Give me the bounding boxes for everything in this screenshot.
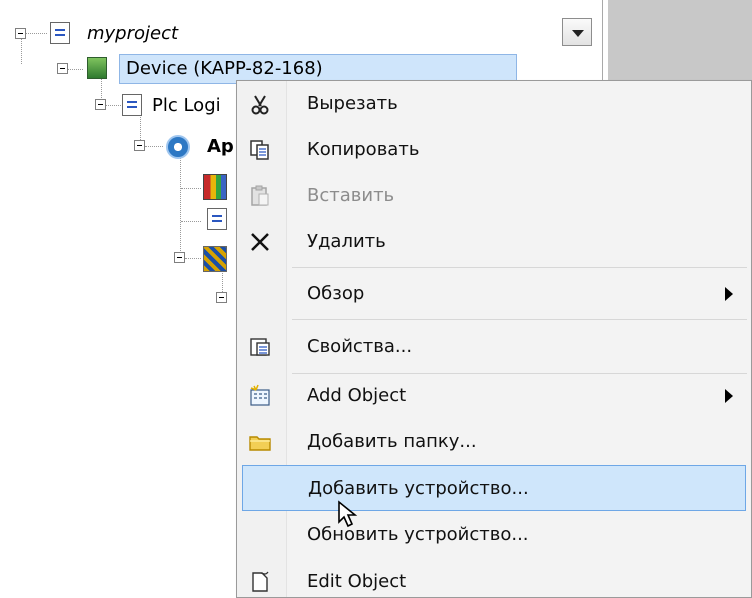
task-config-icon[interactable] [203, 246, 227, 272]
menu-item-add-device[interactable]: Добавить устройство... [242, 465, 746, 511]
menu-label-add-object: Add Object [307, 385, 407, 406]
menu-item-browse[interactable]: Обзор [237, 271, 751, 317]
project-doc-icon [50, 22, 70, 44]
application-gear-icon [166, 135, 190, 159]
menu-label-copy: Копировать [307, 139, 420, 160]
document-icon[interactable] [207, 208, 227, 230]
expander-icon[interactable] [174, 252, 185, 263]
device-icon [87, 57, 107, 79]
expander-icon[interactable] [57, 63, 68, 74]
menu-separator [292, 267, 747, 268]
menu-item-add-folder[interactable]: Добавить папку... [237, 419, 751, 465]
properties-icon [250, 338, 270, 356]
menu-item-update-device[interactable]: Обновить устройство... [237, 512, 751, 558]
menu-label-add-folder: Добавить папку... [307, 431, 477, 452]
folder-icon [249, 436, 271, 451]
scissors-icon [251, 95, 269, 115]
tree-connector [181, 221, 201, 222]
paste-icon [251, 185, 269, 206]
menu-item-properties[interactable]: Свойства... [237, 324, 751, 370]
copy-icon [250, 140, 269, 160]
menu-item-delete[interactable]: Удалить [237, 219, 751, 265]
menu-label-delete: Удалить [307, 231, 386, 252]
ide-window: myproject Device (KAPP-82-168) Plc Logi … [0, 0, 752, 598]
menu-label-paste: Вставить [307, 185, 395, 206]
tree-connector [145, 146, 163, 147]
tree-item-device[interactable]: Device (KAPP-82-168) [126, 55, 323, 83]
library-icon[interactable] [203, 174, 227, 200]
add-object-icon [250, 384, 270, 406]
menu-item-copy[interactable]: Копировать [237, 127, 751, 173]
tree-item-plc-logic[interactable]: Plc Logi [152, 92, 221, 120]
menu-item-add-object[interactable]: Add Object [237, 373, 751, 419]
menu-item-paste[interactable]: Вставить [237, 173, 751, 219]
menu-item-cut[interactable]: Вырезать [237, 81, 751, 127]
mouse-pointer-icon [338, 500, 358, 528]
tree-connector [25, 33, 47, 34]
menu-label-edit-object: Edit Object [307, 571, 407, 592]
edit-object-icon [252, 571, 269, 592]
expander-icon[interactable] [134, 140, 145, 151]
expander-icon[interactable] [15, 28, 26, 39]
menu-label-properties: Свойства... [307, 336, 413, 357]
expander-icon[interactable] [95, 99, 106, 110]
submenu-arrow-icon [725, 389, 733, 403]
tree-connector [181, 188, 201, 189]
menu-item-edit-object[interactable]: Edit Object [237, 559, 751, 598]
menu-separator [292, 319, 747, 320]
delete-icon [251, 233, 269, 251]
plc-logic-icon [122, 94, 142, 116]
tree-dropdown-button[interactable] [562, 18, 592, 46]
context-menu: Вырезать Копировать Вставить Удалить Обз… [236, 80, 752, 598]
tree-item-application[interactable]: Ap [207, 133, 234, 161]
tree-item-project[interactable]: myproject [87, 20, 178, 48]
menu-label-browse: Обзор [307, 283, 365, 304]
submenu-arrow-icon [725, 287, 733, 301]
expander-icon[interactable] [216, 292, 227, 303]
tree-connector [185, 258, 201, 259]
menu-label-cut: Вырезать [307, 93, 398, 114]
tree-connector [106, 105, 123, 106]
tree-connector [180, 155, 181, 253]
